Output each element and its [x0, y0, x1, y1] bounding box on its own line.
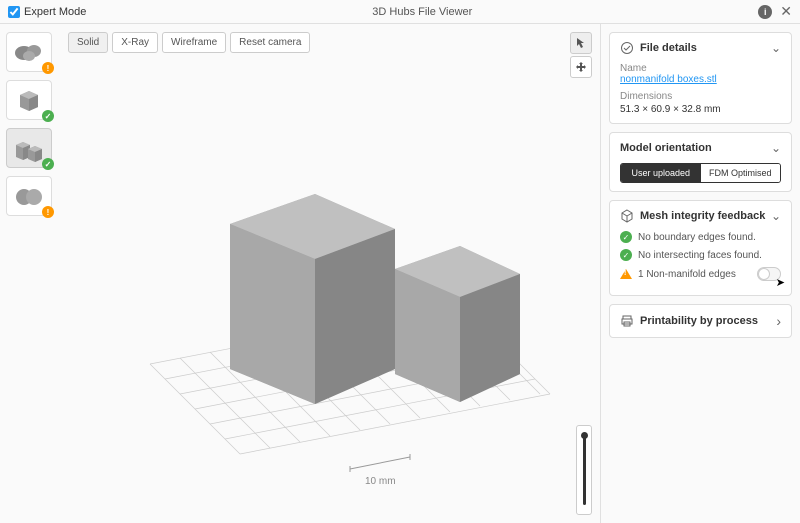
model-canvas: 10 mm: [60, 24, 600, 523]
check-icon: ✓: [620, 249, 632, 261]
feedback-text: 1 Non-manifold edges: [638, 269, 736, 280]
3d-viewport[interactable]: Solid X-Ray Wireframe Reset camera 10 mm: [60, 24, 600, 523]
printability-title: Printability by process: [640, 315, 758, 327]
info-icon[interactable]: i: [758, 5, 772, 19]
printability-header[interactable]: Printability by process ›: [620, 313, 781, 329]
file-icon: [620, 41, 634, 55]
thumbnail-item[interactable]: ✓: [6, 128, 52, 168]
dimensions-value: 51.3 × 60.9 × 32.8 mm: [620, 104, 781, 115]
orientation-panel: Model orientation ⌄ User uploaded FDM Op…: [609, 132, 792, 192]
sidebar: File details ⌄ Name nonmanifold boxes.st…: [600, 24, 800, 523]
file-details-panel: File details ⌄ Name nonmanifold boxes.st…: [609, 32, 792, 124]
orientation-segment: User uploaded FDM Optimised: [620, 163, 781, 183]
thumbnail-list: ! ✓ ✓ !: [0, 24, 60, 523]
thumbnail-item[interactable]: !: [6, 32, 52, 72]
feedback-text: No intersecting faces found.: [638, 250, 762, 261]
feedback-item: ✓ No intersecting faces found.: [620, 249, 781, 261]
expert-mode-label: Expert Mode: [24, 6, 86, 18]
expert-mode-checkbox[interactable]: [8, 6, 20, 18]
feedback-item: 1 Non-manifold edges ➤: [620, 267, 781, 281]
feedback-text: No boundary edges found.: [638, 232, 756, 243]
feedback-item: ✓ No boundary edges found.: [620, 231, 781, 243]
chevron-down-icon: ⌄: [771, 141, 781, 155]
cursor-icon: ➤: [776, 276, 785, 289]
mesh-integrity-header[interactable]: Mesh integrity feedback ⌄: [620, 209, 781, 223]
warning-icon: !: [42, 206, 54, 218]
warning-icon: !: [42, 62, 54, 74]
chevron-down-icon: ⌄: [771, 41, 781, 55]
check-icon: ✓: [42, 110, 54, 122]
filename-link[interactable]: nonmanifold boxes.stl: [620, 74, 717, 85]
orientation-header[interactable]: Model orientation ⌄: [620, 141, 781, 155]
printer-icon: [620, 314, 634, 328]
printability-panel: Printability by process ›: [609, 304, 792, 338]
thumbnail-item[interactable]: !: [6, 176, 52, 216]
chevron-down-icon: ⌄: [771, 209, 781, 223]
file-details-title: File details: [640, 42, 697, 54]
user-uploaded-button[interactable]: User uploaded: [621, 164, 701, 182]
fdm-optimised-button[interactable]: FDM Optimised: [701, 164, 781, 182]
scale-ruler[interactable]: [576, 425, 592, 515]
chevron-right-icon: ›: [776, 313, 781, 329]
scale-label: 10 mm: [365, 476, 396, 487]
mesh-integrity-title: Mesh integrity feedback: [640, 210, 765, 222]
thumbnail-item[interactable]: ✓: [6, 80, 52, 120]
app-title: 3D Hubs File Viewer: [372, 6, 472, 18]
mesh-icon: [620, 209, 634, 223]
close-icon[interactable]: ✕: [780, 3, 792, 20]
file-details-header[interactable]: File details ⌄: [620, 41, 781, 55]
window-header: Expert Mode 3D Hubs File Viewer i ✕: [0, 0, 800, 24]
mesh-integrity-panel: Mesh integrity feedback ⌄ ✓ No boundary e…: [609, 200, 792, 296]
check-icon: ✓: [620, 231, 632, 243]
check-icon: ✓: [42, 158, 54, 170]
orientation-title: Model orientation: [620, 142, 712, 154]
dimensions-label: Dimensions: [620, 91, 781, 102]
name-label: Name: [620, 63, 781, 74]
warning-icon: [620, 269, 632, 279]
